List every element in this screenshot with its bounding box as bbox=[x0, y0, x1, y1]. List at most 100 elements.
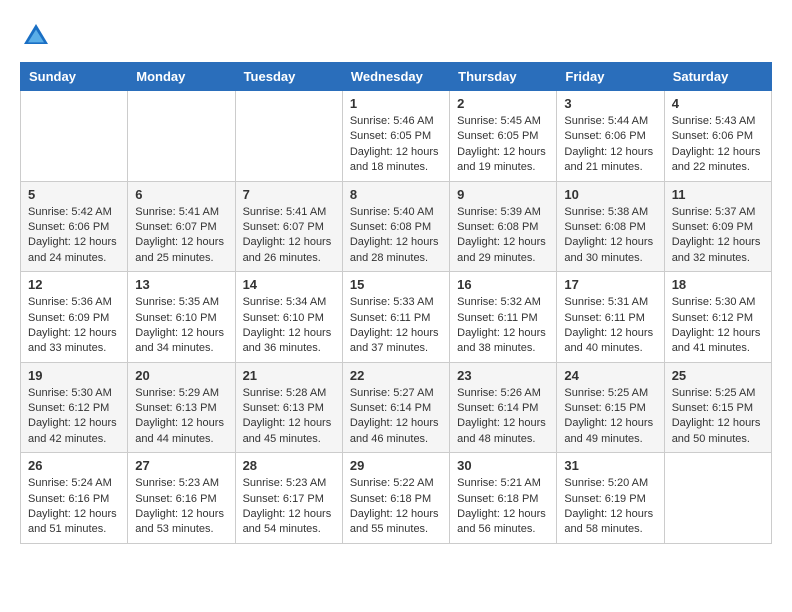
calendar-cell: 31Sunrise: 5:20 AM Sunset: 6:19 PM Dayli… bbox=[557, 453, 664, 544]
day-number: 17 bbox=[564, 277, 656, 292]
calendar-week-row: 12 Sunrise: 5:36 AM Sunset: 6:09 PM Dayli… bbox=[21, 272, 772, 363]
day-info: Sunrise: 5:45 AM Sunset: 6:05 PM Dayligh… bbox=[457, 114, 549, 176]
calendar-cell: 10 Sunrise: 5:38 AM Sunset: 6:08 PM Dayli… bbox=[557, 181, 664, 272]
calendar-cell: 3 Sunrise: 5:44 AM Sunset: 6:06 PM Daylig… bbox=[557, 91, 664, 182]
day-number: 6 bbox=[135, 187, 227, 202]
day-number: 21 bbox=[243, 368, 335, 383]
calendar-cell: 9Sunrise: 5:39 AM Sunset: 6:08 PM Daylig… bbox=[450, 181, 557, 272]
col-header-saturday: Saturday bbox=[664, 63, 771, 91]
day-number: 2 bbox=[457, 96, 549, 111]
day-info: Sunrise: 5:23 AM Sunset: 6:16 PM Dayligh… bbox=[135, 476, 227, 538]
day-info: Sunrise: 5:29 AM Sunset: 6:13 PM Dayligh… bbox=[135, 386, 227, 448]
day-number: 10 bbox=[564, 187, 656, 202]
calendar-cell: 8 Sunrise: 5:40 AM Sunset: 6:08 PM Daylig… bbox=[342, 181, 449, 272]
day-number: 7 bbox=[243, 187, 335, 202]
calendar-cell: 16 Sunrise: 5:32 AM Sunset: 6:11 PM Dayli… bbox=[450, 272, 557, 363]
calendar-cell bbox=[664, 453, 771, 544]
day-number: 19 bbox=[28, 368, 120, 383]
day-info: Sunrise: 5:46 AM Sunset: 6:05 PM Dayligh… bbox=[350, 114, 442, 176]
calendar-cell: 27 Sunrise: 5:23 AM Sunset: 6:16 PM Dayli… bbox=[128, 453, 235, 544]
day-number: 13 bbox=[135, 277, 227, 292]
calendar-cell bbox=[21, 91, 128, 182]
day-info: Sunrise: 5:32 AM Sunset: 6:11 PM Dayligh… bbox=[457, 295, 549, 357]
day-info: Sunrise: 5:36 AM Sunset: 6:09 PM Dayligh… bbox=[28, 295, 120, 357]
page-header bbox=[20, 20, 772, 52]
day-number: 25 bbox=[672, 368, 764, 383]
day-number: 23 bbox=[457, 368, 549, 383]
calendar-cell: 5 Sunrise: 5:42 AM Sunset: 6:06 PM Daylig… bbox=[21, 181, 128, 272]
day-number: 8 bbox=[350, 187, 442, 202]
day-info: Sunrise: 5:21 AM Sunset: 6:18 PM Dayligh… bbox=[457, 476, 549, 538]
day-info: Sunrise: 5:43 AM Sunset: 6:06 PM Dayligh… bbox=[672, 114, 764, 176]
calendar-cell: 26 Sunrise: 5:24 AM Sunset: 6:16 PM Dayli… bbox=[21, 453, 128, 544]
calendar-cell: 13Sunrise: 5:35 AM Sunset: 6:10 PM Dayli… bbox=[128, 272, 235, 363]
col-header-friday: Friday bbox=[557, 63, 664, 91]
calendar-cell: 1 Sunrise: 5:46 AM Sunset: 6:05 PM Daylig… bbox=[342, 91, 449, 182]
day-number: 30 bbox=[457, 458, 549, 473]
calendar-week-row: 19Sunrise: 5:30 AM Sunset: 6:12 PM Dayli… bbox=[21, 362, 772, 453]
calendar-week-row: 5 Sunrise: 5:42 AM Sunset: 6:06 PM Daylig… bbox=[21, 181, 772, 272]
day-info: Sunrise: 5:40 AM Sunset: 6:08 PM Dayligh… bbox=[350, 205, 442, 267]
col-header-wednesday: Wednesday bbox=[342, 63, 449, 91]
day-info: Sunrise: 5:30 AM Sunset: 6:12 PM Dayligh… bbox=[672, 295, 764, 357]
day-number: 16 bbox=[457, 277, 549, 292]
calendar-header-row: SundayMondayTuesdayWednesdayThursdayFrid… bbox=[21, 63, 772, 91]
day-info: Sunrise: 5:38 AM Sunset: 6:08 PM Dayligh… bbox=[564, 205, 656, 267]
day-number: 26 bbox=[28, 458, 120, 473]
col-header-sunday: Sunday bbox=[21, 63, 128, 91]
day-info: Sunrise: 5:28 AM Sunset: 6:13 PM Dayligh… bbox=[243, 386, 335, 448]
calendar-cell: 28Sunrise: 5:23 AM Sunset: 6:17 PM Dayli… bbox=[235, 453, 342, 544]
day-number: 14 bbox=[243, 277, 335, 292]
day-info: Sunrise: 5:31 AM Sunset: 6:11 PM Dayligh… bbox=[564, 295, 656, 357]
day-number: 29 bbox=[350, 458, 442, 473]
calendar-cell: 17 Sunrise: 5:31 AM Sunset: 6:11 PM Dayli… bbox=[557, 272, 664, 363]
day-number: 18 bbox=[672, 277, 764, 292]
calendar-cell: 15Sunrise: 5:33 AM Sunset: 6:11 PM Dayli… bbox=[342, 272, 449, 363]
day-info: Sunrise: 5:34 AM Sunset: 6:10 PM Dayligh… bbox=[243, 295, 335, 357]
calendar-cell: 12 Sunrise: 5:36 AM Sunset: 6:09 PM Dayli… bbox=[21, 272, 128, 363]
day-number: 9 bbox=[457, 187, 549, 202]
day-number: 4 bbox=[672, 96, 764, 111]
day-number: 1 bbox=[350, 96, 442, 111]
day-info: Sunrise: 5:37 AM Sunset: 6:09 PM Dayligh… bbox=[672, 205, 764, 267]
calendar-week-row: 1 Sunrise: 5:46 AM Sunset: 6:05 PM Daylig… bbox=[21, 91, 772, 182]
calendar-cell: 4 Sunrise: 5:43 AM Sunset: 6:06 PM Daylig… bbox=[664, 91, 771, 182]
day-info: Sunrise: 5:25 AM Sunset: 6:15 PM Dayligh… bbox=[564, 386, 656, 448]
calendar-cell: 18 Sunrise: 5:30 AM Sunset: 6:12 PM Dayli… bbox=[664, 272, 771, 363]
logo bbox=[20, 20, 56, 52]
day-number: 28 bbox=[243, 458, 335, 473]
day-number: 22 bbox=[350, 368, 442, 383]
calendar-cell: 25 Sunrise: 5:25 AM Sunset: 6:15 PM Dayli… bbox=[664, 362, 771, 453]
calendar-cell: 29 Sunrise: 5:22 AM Sunset: 6:18 PM Dayli… bbox=[342, 453, 449, 544]
calendar-cell: 30 Sunrise: 5:21 AM Sunset: 6:18 PM Dayli… bbox=[450, 453, 557, 544]
day-info: Sunrise: 5:42 AM Sunset: 6:06 PM Dayligh… bbox=[28, 205, 120, 267]
day-number: 3 bbox=[564, 96, 656, 111]
calendar-week-row: 26 Sunrise: 5:24 AM Sunset: 6:16 PM Dayli… bbox=[21, 453, 772, 544]
day-info: Sunrise: 5:33 AM Sunset: 6:11 PM Dayligh… bbox=[350, 295, 442, 357]
day-number: 27 bbox=[135, 458, 227, 473]
calendar-cell: 14 Sunrise: 5:34 AM Sunset: 6:10 PM Dayli… bbox=[235, 272, 342, 363]
calendar-table: SundayMondayTuesdayWednesdayThursdayFrid… bbox=[20, 62, 772, 544]
day-number: 11 bbox=[672, 187, 764, 202]
day-info: Sunrise: 5:44 AM Sunset: 6:06 PM Dayligh… bbox=[564, 114, 656, 176]
calendar-cell bbox=[235, 91, 342, 182]
calendar-cell: 21 Sunrise: 5:28 AM Sunset: 6:13 PM Dayli… bbox=[235, 362, 342, 453]
col-header-monday: Monday bbox=[128, 63, 235, 91]
calendar-cell: 11 Sunrise: 5:37 AM Sunset: 6:09 PM Dayli… bbox=[664, 181, 771, 272]
day-number: 5 bbox=[28, 187, 120, 202]
day-info: Sunrise: 5:41 AM Sunset: 6:07 PM Dayligh… bbox=[135, 205, 227, 267]
day-number: 12 bbox=[28, 277, 120, 292]
day-info: Sunrise: 5:27 AM Sunset: 6:14 PM Dayligh… bbox=[350, 386, 442, 448]
day-info: Sunrise: 5:26 AM Sunset: 6:14 PM Dayligh… bbox=[457, 386, 549, 448]
calendar-cell: 20 Sunrise: 5:29 AM Sunset: 6:13 PM Dayli… bbox=[128, 362, 235, 453]
calendar-cell: 24Sunrise: 5:25 AM Sunset: 6:15 PM Dayli… bbox=[557, 362, 664, 453]
calendar-cell: 6 Sunrise: 5:41 AM Sunset: 6:07 PM Daylig… bbox=[128, 181, 235, 272]
col-header-tuesday: Tuesday bbox=[235, 63, 342, 91]
day-info: Sunrise: 5:41 AM Sunset: 6:07 PM Dayligh… bbox=[243, 205, 335, 267]
calendar-cell: 19Sunrise: 5:30 AM Sunset: 6:12 PM Dayli… bbox=[21, 362, 128, 453]
day-info: Sunrise: 5:22 AM Sunset: 6:18 PM Dayligh… bbox=[350, 476, 442, 538]
day-number: 20 bbox=[135, 368, 227, 383]
day-info: Sunrise: 5:24 AM Sunset: 6:16 PM Dayligh… bbox=[28, 476, 120, 538]
day-info: Sunrise: 5:25 AM Sunset: 6:15 PM Dayligh… bbox=[672, 386, 764, 448]
calendar-cell bbox=[128, 91, 235, 182]
